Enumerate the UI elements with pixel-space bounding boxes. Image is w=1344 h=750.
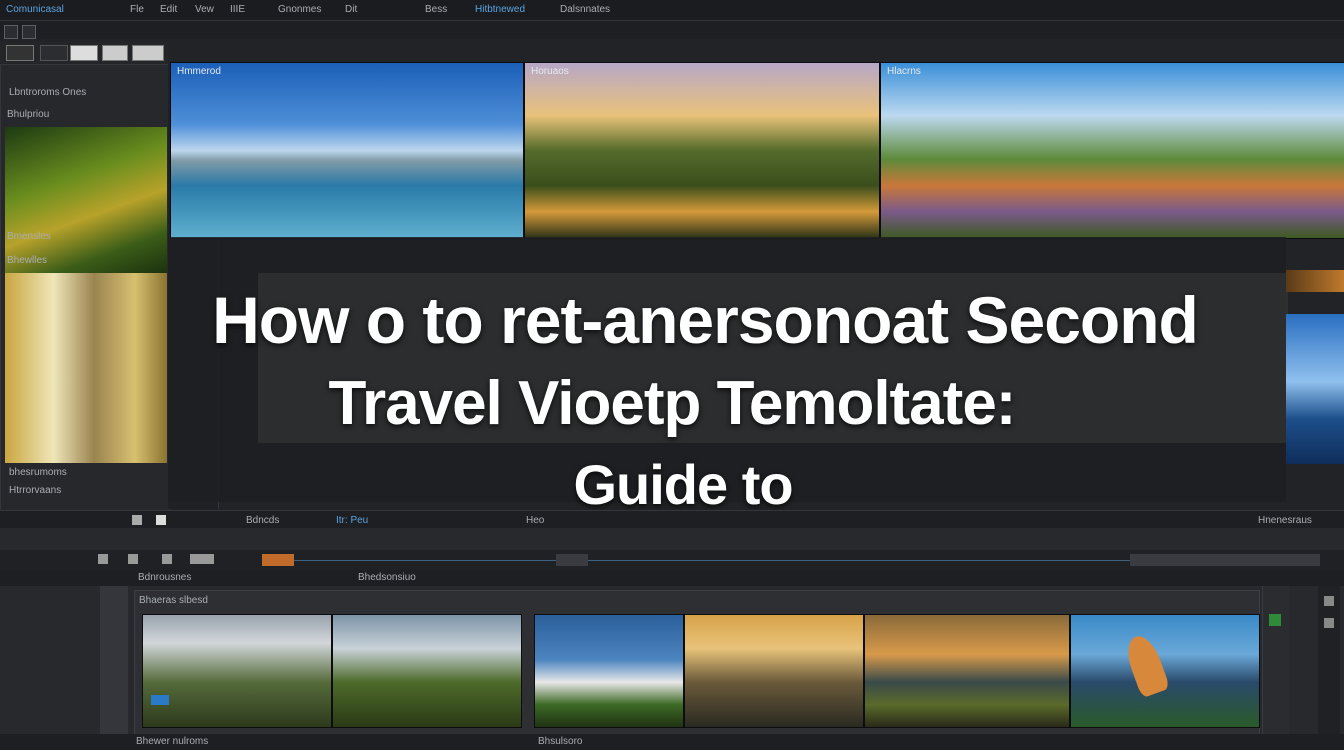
timeline-ruler (0, 550, 1344, 571)
transport-label-2: Itr: Peu (336, 515, 369, 526)
preview-lake[interactable]: Hmmerod (170, 62, 524, 239)
timeline-footer-left: Bhewer nulroms (136, 736, 209, 747)
timeline-header-left: Bdnrousnes (138, 572, 192, 583)
tool-button-4[interactable] (102, 45, 128, 61)
menu-item-view[interactable]: Vew (195, 4, 214, 15)
transport-label-3: Heo (526, 515, 545, 526)
clip-6[interactable] (1070, 614, 1260, 728)
tool-button-1[interactable] (6, 45, 34, 61)
timeline-footer: Bhewer nulroms Bhsulsoro (0, 734, 1344, 750)
ruler-tool-3-icon[interactable] (162, 554, 172, 564)
transport-label-1: Bdncds (246, 515, 280, 526)
ruler-playhead-range[interactable] (262, 554, 294, 566)
tool-button-3[interactable] (70, 45, 98, 61)
right-control-green[interactable] (1269, 614, 1281, 626)
tool-row (0, 42, 168, 64)
scrollbar-vertical[interactable] (1318, 586, 1340, 750)
clip-4[interactable] (684, 614, 864, 728)
menu-item-8[interactable]: Hitbtnewed (475, 4, 525, 15)
app-title: Comunicasal (6, 4, 64, 15)
track-headers (100, 586, 128, 750)
tool-button-2[interactable] (40, 45, 68, 61)
ruler-tool-2-icon[interactable] (128, 554, 138, 564)
menu-item-edit[interactable]: Edit (160, 4, 177, 15)
right-controls (1262, 586, 1289, 750)
preview-hills-rainbow[interactable]: Hlacrns (880, 62, 1344, 239)
clip-3[interactable] (534, 614, 684, 728)
menu-item-7[interactable]: Bess (425, 4, 447, 15)
timeline-header-mid: Bhedsonsiuo (358, 572, 416, 583)
project-section-label-2: Bmensles (7, 231, 51, 242)
clip-1-marker (151, 695, 169, 705)
preview-label-1: Hmmerod (177, 66, 221, 77)
scroll-button-2-icon[interactable] (1324, 618, 1334, 628)
project-section-label-3: Bhewlles (7, 255, 48, 266)
tool-button-5[interactable] (132, 45, 164, 61)
preview-label-2: Horuaos (531, 66, 569, 77)
ruler-tool-4-icon[interactable] (190, 554, 214, 564)
project-panel-header: Lbntroroms Ones (9, 87, 87, 98)
preview-sunset-path[interactable]: Horuaos (524, 62, 880, 239)
toolbar-button-2-icon[interactable] (22, 25, 36, 39)
clip-6-object (1121, 631, 1171, 699)
timeline-footer-mid: Bhsulsoro (538, 736, 583, 747)
menu-item-9[interactable]: Dalsnnates (560, 4, 610, 15)
menu-item-4[interactable]: IIIE (230, 4, 245, 15)
stop-button[interactable] (156, 515, 166, 525)
menu-item-5[interactable]: Gnonmes (278, 4, 321, 15)
clip-2[interactable] (332, 614, 522, 728)
preview-label-3: Hlacrns (887, 66, 921, 77)
menubar: Comunicasal Fle Edit Vew IIIE Gnonmes Di… (0, 0, 1344, 21)
title-line-2: Travel Vioetp Temoltate: (328, 369, 1017, 438)
track-label: Bhaeras slbesd (139, 595, 208, 606)
ruler-tool-1-icon[interactable] (98, 554, 108, 564)
toolbar (0, 21, 1344, 39)
title-line-1: How o to ret-anersonoat Second (212, 283, 1199, 357)
timeline-header-row: Bdnrousnes Bhedsonsiuo (0, 570, 1344, 586)
ruler-marker-1 (556, 554, 588, 566)
menu-item-file[interactable]: Fle (130, 4, 144, 15)
play-button[interactable] (132, 515, 142, 525)
toolbar-button-1-icon[interactable] (4, 25, 18, 39)
transport-bar: Bdncds Itr: Peu Heo Hnenesraus (0, 510, 1344, 529)
scroll-button-1-icon[interactable] (1324, 596, 1334, 606)
menu-item-6[interactable]: Dit (345, 4, 357, 15)
clip-1[interactable] (142, 614, 332, 728)
title-line-3: Guide to (573, 453, 793, 516)
transport-right-label: Hnenesraus (1258, 515, 1312, 526)
timeline-panel: Bdnrousnes Bhedsonsiuo Bhaeras slbesd Bh… (0, 528, 1344, 750)
ruler-marker-2 (1130, 554, 1320, 566)
clip-5[interactable] (864, 614, 1070, 728)
project-section-label-1: Bhulpriou (7, 109, 50, 120)
